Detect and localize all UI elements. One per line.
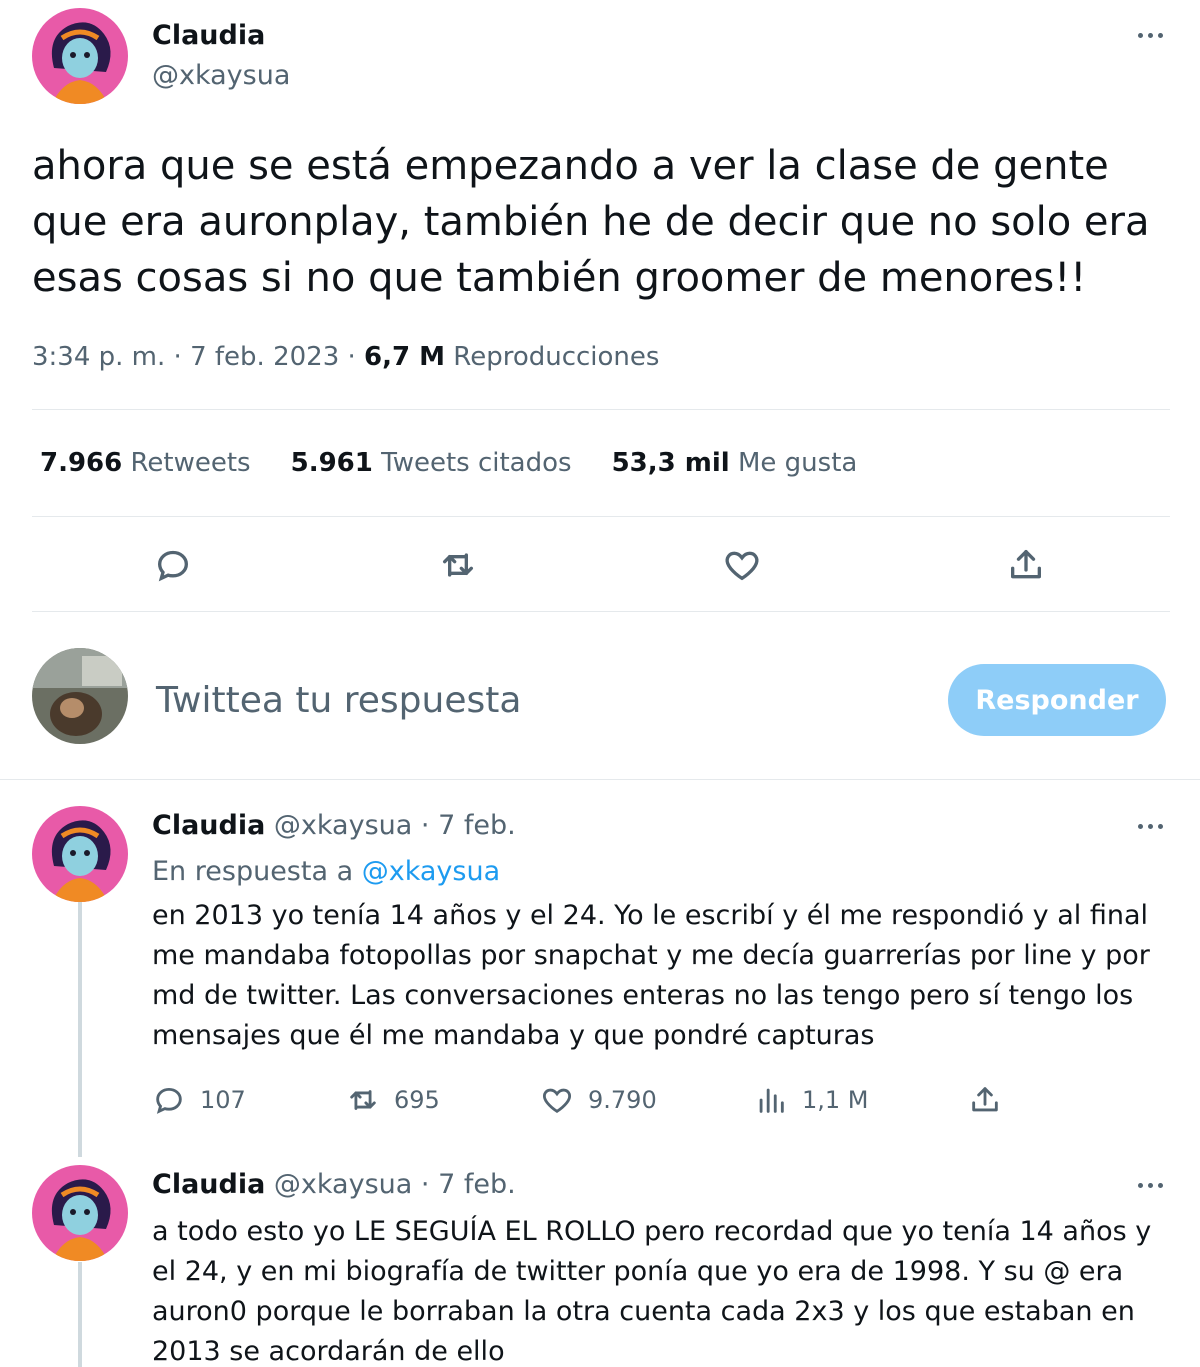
tweet-text: ahora que se está empezando a ver la cla… (32, 143, 1150, 301)
retweet-action[interactable]: 695 (346, 1083, 440, 1117)
author-handle[interactable]: @xkaysua (152, 60, 290, 91)
quotes-label: Tweets citados (381, 448, 572, 478)
divider (32, 409, 1170, 410)
reply-to-line: En respuesta a @xkaysua (152, 856, 500, 887)
retweets-count: 695 (394, 1086, 440, 1114)
more-icon[interactable] (1130, 25, 1170, 45)
thread-line (78, 902, 82, 1157)
reply-button[interactable]: Responder (948, 664, 1166, 736)
reply-author-avatar[interactable] (32, 1165, 128, 1261)
likes-stat[interactable]: 53,3 mil Me gusta (612, 448, 858, 478)
share-icon[interactable] (1004, 543, 1048, 587)
tweet-meta: 3:34 p. m. · 7 feb. 2023 · 6,7 M Reprodu… (32, 342, 660, 372)
reply-to-prefix: En respuesta a (152, 856, 354, 887)
likes-label: Me gusta (737, 448, 858, 478)
reply-author-handle[interactable]: @xkaysua (274, 810, 412, 841)
divider (32, 611, 1170, 612)
reply-date[interactable]: 7 feb. (438, 810, 516, 841)
retweets-label: Retweets (130, 448, 251, 478)
retweet-icon (350, 1090, 376, 1110)
reply-icon[interactable] (151, 543, 195, 587)
reply-author-name[interactable]: Claudia (152, 810, 265, 841)
reply-date[interactable]: 7 feb. (438, 1169, 516, 1200)
retweet-icon[interactable] (436, 543, 480, 587)
share-icon (972, 1087, 998, 1112)
replies-count: 107 (200, 1086, 246, 1114)
retweets-stat[interactable]: 7.966 Retweets (40, 448, 251, 478)
likes-count: 53,3 mil (611, 448, 730, 478)
more-icon[interactable] (1130, 1175, 1170, 1195)
more-icon[interactable] (1130, 816, 1170, 836)
reply-text: a todo esto yo LE SEGUÍA EL ROLLO pero r… (152, 1216, 1152, 1367)
share-action[interactable] (968, 1083, 1002, 1117)
views-action[interactable]: 1,1 M (754, 1083, 869, 1117)
like-action[interactable]: 9.790 (540, 1083, 657, 1117)
reply-author-avatar[interactable] (32, 806, 128, 902)
quotes-count: 5.961 (290, 448, 373, 478)
reply-header: Claudia @xkaysua · 7 feb. (152, 1169, 516, 1200)
divider (0, 779, 1200, 780)
reply-text: en 2013 yo tenía 14 años y el 24. Yo le … (152, 900, 1150, 1051)
like-icon[interactable] (720, 543, 764, 587)
author-avatar[interactable] (32, 8, 128, 104)
views-icon (759, 1088, 784, 1113)
reply-to-mention[interactable]: @xkaysua (362, 856, 500, 887)
likes-count: 9.790 (588, 1086, 657, 1114)
tweet-stats: 7.966 Retweets 5.961 Tweets citados 53,3… (40, 448, 857, 478)
user-avatar[interactable] (32, 648, 128, 744)
reply-author-handle[interactable]: @xkaysua (274, 1169, 412, 1200)
reply-header: Claudia @xkaysua · 7 feb. (152, 810, 516, 841)
views-label: Reproducciones (453, 342, 660, 372)
thread-line (78, 1262, 82, 1367)
author-name[interactable]: Claudia (152, 20, 265, 51)
reply-action[interactable]: 107 (152, 1083, 246, 1117)
reply-icon (156, 1087, 182, 1114)
retweets-count: 7.966 (40, 448, 123, 478)
divider (32, 516, 1170, 517)
like-icon (543, 1088, 571, 1114)
views-count: 1,1 M (802, 1086, 869, 1114)
reply-author-name[interactable]: Claudia (152, 1169, 265, 1200)
quotes-stat[interactable]: 5.961 Tweets citados (291, 448, 572, 478)
tweet-time[interactable]: 3:34 p. m. (32, 342, 165, 372)
tweet-date[interactable]: 7 feb. 2023 (190, 342, 339, 372)
views-count: 6,7 M (364, 342, 446, 372)
reply-input[interactable]: Twittea tu respuesta (156, 680, 521, 721)
